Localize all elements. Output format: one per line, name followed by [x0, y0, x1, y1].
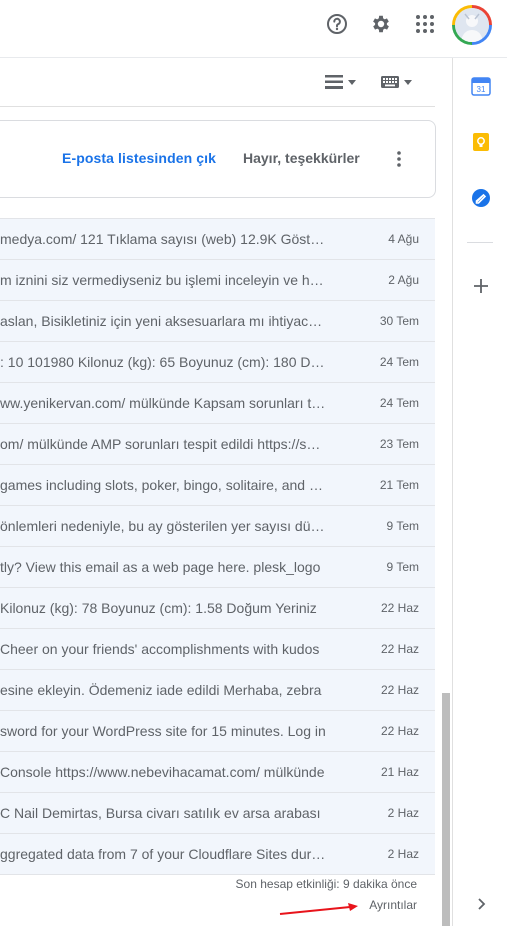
email-row[interactable]: Console https://www.nebevihacamat.com/ m…	[0, 752, 435, 793]
gear-icon[interactable]	[369, 12, 393, 36]
email-row[interactable]: ww.yenikervan.com/ mülkünde Kapsam sorun…	[0, 383, 435, 424]
email-date: 2 Haz	[387, 847, 419, 861]
email-snippet: Kilonuz (kg): 78 Boyunuz (cm): 1.58 Doğu…	[0, 600, 317, 616]
no-thanks-button[interactable]: Hayır, teşekkürler	[243, 150, 360, 166]
details-link[interactable]: Ayrıntılar	[369, 898, 417, 912]
email-snippet: tly? View this email as a web page here.…	[0, 559, 321, 575]
email-date: 22 Haz	[380, 724, 419, 738]
keyboard-icon	[381, 76, 399, 88]
email-date: 2 Ağu	[388, 273, 419, 287]
unsubscribe-button[interactable]: E-posta listesinden çık	[62, 150, 216, 166]
email-date: 23 Tem	[379, 437, 419, 451]
email-row[interactable]: ggregated data from 7 of your Cloudflare…	[0, 834, 435, 875]
email-row[interactable]: games including slots, poker, bingo, sol…	[0, 465, 435, 506]
email-row[interactable]: aslan, Bisikletiniz için yeni aksesuarla…	[0, 301, 435, 342]
email-row[interactable]: Cheer on your friends' accomplishments w…	[0, 629, 435, 670]
email-date: 9 Tem	[386, 519, 419, 533]
email-row[interactable]: m iznini siz vermediyseniz bu işlemi inc…	[0, 260, 435, 301]
help-icon[interactable]	[325, 12, 349, 36]
email-snippet: C Nail Demirtas, Bursa civarı satılık ev…	[0, 805, 321, 821]
list-toolbar	[0, 58, 435, 107]
email-snippet: aslan, Bisikletiniz için yeni aksesuarla…	[0, 313, 326, 329]
chevron-down-icon	[348, 79, 356, 85]
email-snippet: sword for your WordPress site for 15 min…	[0, 723, 326, 739]
email-date: 22 Haz	[380, 642, 419, 656]
split-pane-toggle[interactable]	[325, 74, 356, 90]
email-row[interactable]: sword for your WordPress site for 15 min…	[0, 711, 435, 752]
split-pane-icon	[325, 75, 343, 89]
email-row[interactable]: om/ mülkünde AMP sorunları tespit edildi…	[0, 424, 435, 465]
email-snippet: : 10 101980 Kilonuz (kg): 65 Boyunuz (cm…	[0, 354, 326, 370]
email-snippet: Console https://www.nebevihacamat.com/ m…	[0, 764, 325, 780]
email-row[interactable]: tly? View this email as a web page here.…	[0, 547, 435, 588]
email-date: 24 Tem	[379, 396, 419, 410]
email-date: 21 Tem	[379, 478, 419, 492]
email-snippet: esine ekleyin. Ödemeniz iade edildi Merh…	[0, 682, 322, 698]
email-row[interactable]: önlemleri nedeniyle, bu ay gösterilen ye…	[0, 506, 435, 547]
apps-grid-icon[interactable]	[413, 12, 437, 36]
calendar-date: 31	[477, 85, 486, 94]
email-snippet: m iznini siz vermediyseniz bu işlemi inc…	[0, 272, 326, 288]
email-date: 2 Haz	[387, 806, 419, 820]
email-snippet: önlemleri nedeniyle, bu ay gösterilen ye…	[0, 518, 326, 534]
avatar[interactable]	[452, 5, 492, 45]
side-divider	[467, 242, 493, 243]
email-date: 4 Ağu	[388, 232, 419, 246]
unsubscribe-card: E-posta listesinden çık Hayır, teşekkürl…	[0, 120, 436, 198]
more-vert-icon[interactable]	[389, 149, 409, 169]
email-snippet: games including slots, poker, bingo, sol…	[0, 477, 326, 493]
keep-icon[interactable]	[471, 132, 491, 152]
email-row[interactable]: Kilonuz (kg): 78 Boyunuz (cm): 1.58 Doğu…	[0, 588, 435, 629]
email-date: 21 Haz	[380, 765, 419, 779]
email-date: 24 Tem	[379, 355, 419, 369]
email-snippet: ww.yenikervan.com/ mülkünde Kapsam sorun…	[0, 395, 326, 411]
email-row[interactable]: esine ekleyin. Ödemeniz iade edildi Merh…	[0, 670, 435, 711]
chevron-right-icon[interactable]	[471, 894, 491, 914]
email-snippet: medya.com/ 121 Tıklama sayısı (web) 12.9…	[0, 231, 326, 247]
calendar-icon[interactable]: 31	[471, 76, 491, 96]
email-row[interactable]: : 10 101980 Kilonuz (kg): 65 Boyunuz (cm…	[0, 342, 435, 383]
top-bar	[0, 0, 507, 58]
email-list: medya.com/ 121 Tıklama sayısı (web) 12.9…	[0, 218, 435, 875]
email-date: 22 Haz	[380, 601, 419, 615]
avatar-image	[455, 8, 489, 42]
input-tools-toggle[interactable]	[381, 74, 412, 90]
email-snippet: ggregated data from 7 of your Cloudflare…	[0, 846, 326, 862]
email-snippet: Cheer on your friends' accomplishments w…	[0, 641, 320, 657]
email-date: 30 Tem	[379, 314, 419, 328]
annotation-arrow	[279, 903, 358, 915]
email-snippet: om/ mülkünde AMP sorunları tespit edildi…	[0, 436, 326, 452]
email-row[interactable]: C Nail Demirtas, Bursa civarı satılık ev…	[0, 793, 435, 834]
tasks-icon[interactable]	[471, 188, 491, 208]
side-panel: 31	[452, 58, 507, 926]
last-activity-text: Son hesap etkinliği: 9 dakika önce	[235, 877, 417, 891]
email-row[interactable]: medya.com/ 121 Tıklama sayısı (web) 12.9…	[0, 218, 435, 260]
email-date: 22 Haz	[380, 683, 419, 697]
plus-icon[interactable]	[471, 276, 491, 296]
scrollbar-thumb[interactable]	[442, 693, 450, 926]
chevron-down-icon	[404, 79, 412, 85]
email-date: 9 Tem	[386, 560, 419, 574]
